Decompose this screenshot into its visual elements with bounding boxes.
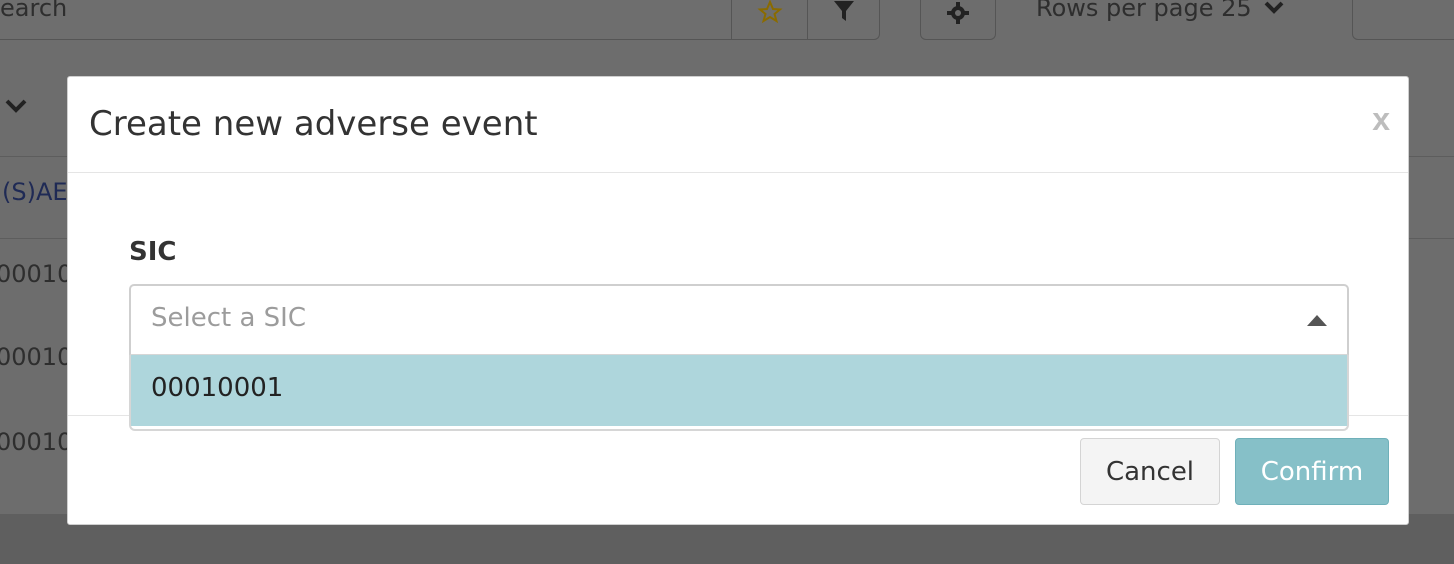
- filter-button: [807, 0, 880, 40]
- chevron-down-icon: [1264, 1, 1284, 14]
- sic-option[interactable]: 00010001: [131, 355, 1347, 426]
- background-search-input: earch: [0, 0, 68, 22]
- modal-title: Create new adverse event: [89, 104, 538, 144]
- star-icon: [756, 0, 783, 24]
- confirm-button[interactable]: Confirm: [1235, 438, 1389, 505]
- sic-select[interactable]: Select a SIC: [129, 284, 1349, 355]
- background-right-control: [1352, 0, 1454, 40]
- sic-select-placeholder: Select a SIC: [151, 303, 306, 333]
- table-row: 00010: [0, 260, 73, 288]
- chevron-down-icon: [5, 99, 27, 113]
- column-header: (S)AE: [2, 178, 68, 206]
- rows-per-page-select: Rows per page 25: [1036, 0, 1284, 22]
- table-row: 00010: [0, 343, 73, 371]
- gear-icon: [947, 1, 969, 24]
- modal-header: Create new adverse event x: [68, 77, 1408, 173]
- caret-up-icon: [1307, 315, 1327, 326]
- sic-option-label: 00010001: [151, 373, 284, 403]
- cancel-button[interactable]: Cancel: [1080, 438, 1220, 505]
- rows-per-page-label: Rows per page 25: [1036, 0, 1252, 22]
- table-row: 00010: [0, 428, 73, 456]
- favorite-button: [731, 0, 807, 40]
- sic-field-label: SIC: [129, 237, 177, 267]
- settings-button: [920, 0, 996, 40]
- filter-icon: [834, 1, 854, 21]
- close-button[interactable]: x: [1372, 101, 1390, 138]
- create-adverse-event-modal: Create new adverse event x SIC Select a …: [67, 76, 1409, 525]
- background-toolbar: earch: [0, 0, 880, 40]
- sic-dropdown-list: 00010001: [129, 355, 1349, 431]
